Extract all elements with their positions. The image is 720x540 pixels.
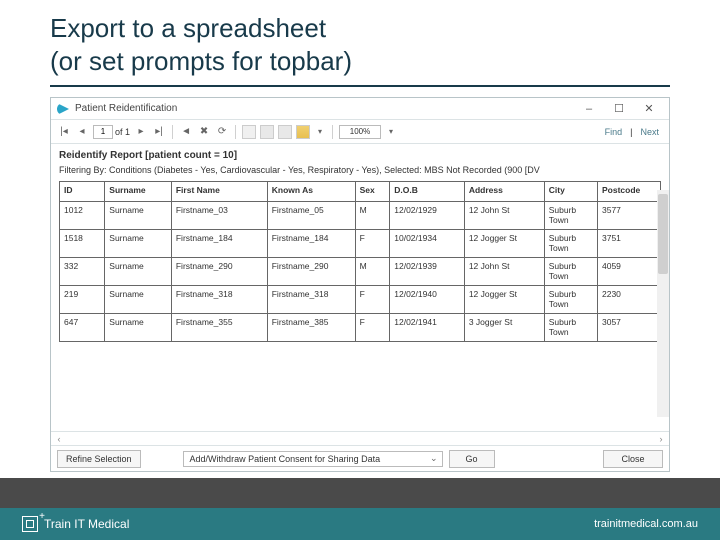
action-select[interactable]: Add/Withdraw Patient Consent for Sharing… <box>183 451 443 467</box>
export-dropdown-icon[interactable]: ▾ <box>314 125 326 139</box>
footer-teal-band: Train IT Medical trainitmedical.com.au <box>0 508 720 540</box>
export-icon[interactable] <box>296 125 310 139</box>
table-row: 219SurnameFirstname_318Firstname_318F12/… <box>60 286 661 314</box>
app-icon <box>57 103 69 115</box>
zoom-level[interactable]: 100% <box>339 125 381 139</box>
nav-prev-button[interactable]: ◂ <box>75 125 89 139</box>
title-underline <box>50 85 670 87</box>
col-dob: D.O.B <box>390 182 465 202</box>
patient-table: ID Surname First Name Known As Sex D.O.B… <box>59 181 661 342</box>
nav-next-button[interactable]: ▸ <box>134 125 148 139</box>
maximize-button[interactable]: ☐ <box>605 100 633 118</box>
go-button[interactable]: Go <box>449 450 495 468</box>
scroll-right-icon[interactable]: › <box>655 434 667 444</box>
table-row: 647SurnameFirstname_355Firstname_385F12/… <box>60 314 661 342</box>
col-address: Address <box>464 182 544 202</box>
report-toolbar: |◂ ◂ of 1 ▸ ▸| ◄ ✖ ⟳ ▾ 100% ▾ Find | Nex… <box>51 120 669 144</box>
page-of-label: of 1 <box>115 127 130 137</box>
find-link[interactable]: Find <box>601 127 627 137</box>
table-row: 332SurnameFirstname_290Firstname_290M12/… <box>60 258 661 286</box>
refine-selection-button[interactable]: Refine Selection <box>57 450 141 468</box>
brand-name: Train IT Medical <box>44 517 129 531</box>
window-title: Patient Reidentification <box>75 103 573 114</box>
col-knownas: Known As <box>267 182 355 202</box>
table-row: 1012SurnameFirstname_03Firstname_05M12/0… <box>60 202 661 230</box>
next-link[interactable]: Next <box>636 127 663 137</box>
report-filter: Filtering By: Conditions (Diabetes - Yes… <box>59 165 661 175</box>
col-firstname: First Name <box>171 182 267 202</box>
slide-title-line2: (or set prompts for topbar) <box>50 46 352 76</box>
toolbar-separator <box>172 125 173 139</box>
footer-gray-band <box>0 478 720 508</box>
toolbar-separator <box>332 125 333 139</box>
vertical-scroll-thumb[interactable] <box>658 194 668 274</box>
table-row: 1518SurnameFirstname_184Firstname_184F10… <box>60 230 661 258</box>
toolbar-pipe: | <box>630 127 632 137</box>
col-postcode: Postcode <box>598 182 661 202</box>
footer-bar: Refine Selection Add/Withdraw Patient Co… <box>51 445 669 471</box>
titlebar: Patient Reidentification – ☐ ✕ <box>51 98 669 120</box>
page-indicator: of 1 <box>93 125 130 139</box>
brand-url: trainitmedical.com.au <box>594 518 698 530</box>
minimize-button[interactable]: – <box>575 100 603 118</box>
scroll-left-icon[interactable]: ‹ <box>53 434 65 444</box>
layout-icon[interactable] <box>260 125 274 139</box>
zoom-dropdown-icon[interactable]: ▾ <box>385 125 397 139</box>
brand-logo-icon <box>22 516 38 532</box>
print-icon[interactable] <box>242 125 256 139</box>
stop-button[interactable]: ✖ <box>197 125 211 139</box>
col-sex: Sex <box>355 182 390 202</box>
col-surname: Surname <box>105 182 172 202</box>
page-setup-icon[interactable] <box>278 125 292 139</box>
col-id: ID <box>60 182 105 202</box>
nav-first-button[interactable]: |◂ <box>57 125 71 139</box>
app-window: Patient Reidentification – ☐ ✕ |◂ ◂ of 1… <box>50 97 670 472</box>
col-city: City <box>544 182 597 202</box>
nav-last-button[interactable]: ▸| <box>152 125 166 139</box>
toolbar-separator <box>235 125 236 139</box>
report-area: Reidentify Report [patient count = 10] F… <box>51 144 669 431</box>
slide-title-line1: Export to a spreadsheet <box>50 13 326 43</box>
brand: Train IT Medical <box>22 516 129 532</box>
slide-title: Export to a spreadsheet (or set prompts … <box>0 0 720 85</box>
refresh-button[interactable]: ⟳ <box>215 125 229 139</box>
slide-footer: Train IT Medical trainitmedical.com.au <box>0 478 720 540</box>
report-title: Reidentify Report [patient count = 10] <box>59 150 661 161</box>
close-button[interactable]: Close <box>603 450 663 468</box>
page-current-input[interactable] <box>93 125 113 139</box>
back-button[interactable]: ◄ <box>179 125 193 139</box>
vertical-scrollbar[interactable] <box>657 190 669 417</box>
table-header-row: ID Surname First Name Known As Sex D.O.B… <box>60 182 661 202</box>
horizontal-scrollbar[interactable]: ‹ › <box>51 431 669 445</box>
close-window-button[interactable]: ✕ <box>635 100 663 118</box>
